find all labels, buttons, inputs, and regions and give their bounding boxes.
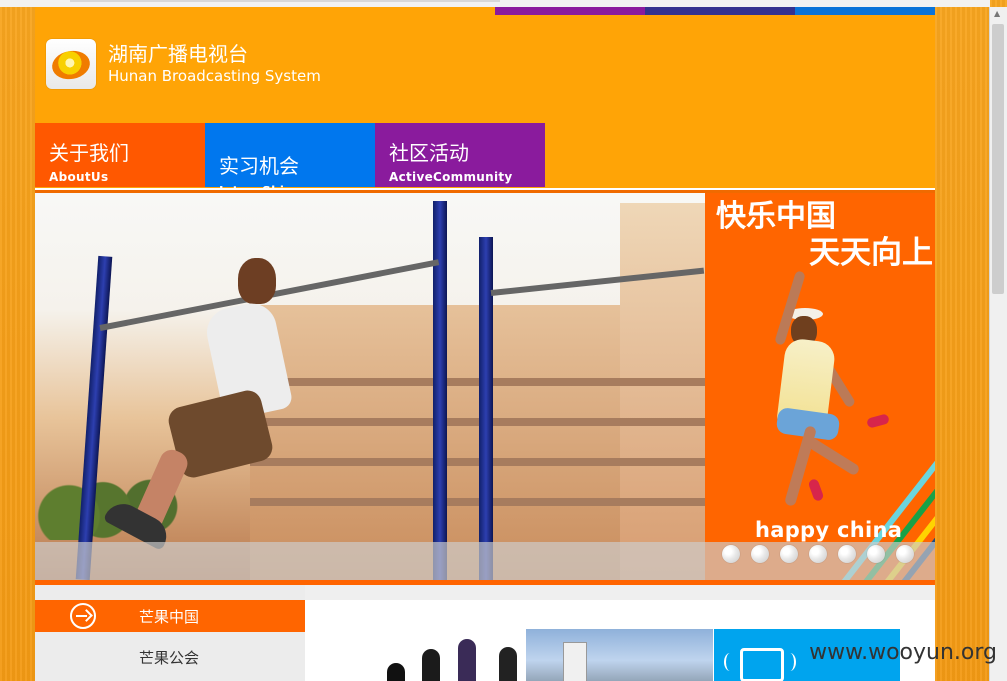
nav-item-active-community[interactable]: 社区活动 ActiveCommunity	[375, 123, 545, 187]
signal-right-icon	[784, 653, 796, 671]
content-top-band	[305, 585, 935, 600]
carousel-dot-7[interactable]	[896, 545, 914, 563]
browser-top-edge	[0, 0, 990, 7]
nav-item-about-us-label: 关于我们	[49, 141, 129, 165]
carousel-dot-6[interactable]	[867, 545, 885, 563]
building-floor-line	[250, 418, 705, 426]
hero-photo-pullup	[35, 193, 705, 580]
color-bar-purple	[495, 7, 645, 15]
carousel-dot-4[interactable]	[809, 545, 827, 563]
lower-content: 芒果中国 芒果公会	[35, 585, 935, 681]
nav-item-active-community-sub: ActiveCommunity	[389, 170, 513, 184]
scroll-thumb[interactable]	[992, 24, 1004, 294]
building-floor-line	[250, 498, 705, 506]
sidebar-item-mango-guild[interactable]: 芒果公会	[139, 647, 199, 668]
thumbnail-figure	[387, 663, 405, 681]
mango-logo-icon	[46, 39, 96, 89]
nav-item-about-us-sub: AboutUs	[49, 170, 109, 184]
site-title-cn: 湖南广播电视台	[108, 42, 248, 66]
site-title: 湖南广播电视台 Hunan Broadcasting System	[108, 42, 321, 86]
hero-banner[interactable]: 快乐中国 天天向上 happy china	[35, 193, 935, 580]
dancer-shoe-left	[807, 477, 825, 503]
thumbnail-city-skyline[interactable]	[526, 629, 713, 681]
site-container: 湖南广播电视台 Hunan Broadcasting System 关于我们 A…	[35, 7, 935, 681]
carousel-dot-5[interactable]	[838, 545, 856, 563]
thumbnail-figure	[499, 647, 517, 681]
watermark-text: www.wooyun.org	[809, 640, 997, 665]
sidebar-item-mango-china[interactable]: 芒果中国	[35, 600, 305, 632]
thumbnail-figure	[458, 639, 476, 681]
nav-item-internship-label: 实习机会	[219, 154, 299, 178]
building-floor-line	[250, 378, 705, 386]
carousel-dot-1[interactable]	[722, 545, 740, 563]
top-color-bars	[495, 7, 935, 15]
site-title-en: Hunan Broadcasting System	[108, 67, 321, 85]
building-tower-image	[620, 203, 705, 580]
thumbnail-group-photo[interactable]	[335, 627, 525, 681]
nav-item-active-community-label: 社区活动	[389, 141, 469, 165]
promo-title-line1: 快乐中国	[716, 199, 836, 234]
promo-title-line2: 天天向上	[809, 235, 933, 271]
promo-footer-text: happy china	[755, 518, 903, 542]
thumbnail-figure	[422, 649, 440, 681]
person-head-image	[238, 258, 276, 304]
carousel-dot-3[interactable]	[780, 545, 798, 563]
arrow-right-circle-icon	[70, 603, 96, 629]
nav-item-internship[interactable]: 实习机会 InternShip	[205, 123, 375, 198]
color-bar-blue	[795, 7, 935, 15]
sidebar-item-mango-china-label: 芒果中国	[139, 608, 200, 626]
dancer-shoe-right	[866, 413, 890, 429]
color-bar-indigo	[645, 7, 795, 15]
dancer-leg-right	[804, 435, 861, 477]
bar-pole-center	[433, 201, 447, 580]
tv-tower-image	[563, 642, 587, 681]
carousel-dot-2[interactable]	[751, 545, 769, 563]
building-floor-line	[250, 458, 705, 466]
main-navigation: 关于我们 AboutUs 实习机会 InternShip 社区活动 Active…	[35, 123, 545, 198]
carousel-dots	[722, 545, 914, 563]
signal-left-icon	[724, 653, 736, 671]
sidebar-menu: 芒果中国 芒果公会	[35, 585, 305, 681]
nav-item-about-us[interactable]: 关于我们 AboutUs	[35, 123, 205, 187]
happy-china-promo[interactable]: 快乐中国 天天向上 happy china	[705, 193, 935, 580]
site-logo-area[interactable]: 湖南广播电视台 Hunan Broadcasting System	[46, 39, 321, 89]
bar-pole-right	[479, 237, 493, 580]
scroll-up-icon[interactable]	[990, 7, 1007, 24]
tv-icon	[740, 648, 784, 681]
page-scrollbar[interactable]	[989, 7, 1007, 681]
